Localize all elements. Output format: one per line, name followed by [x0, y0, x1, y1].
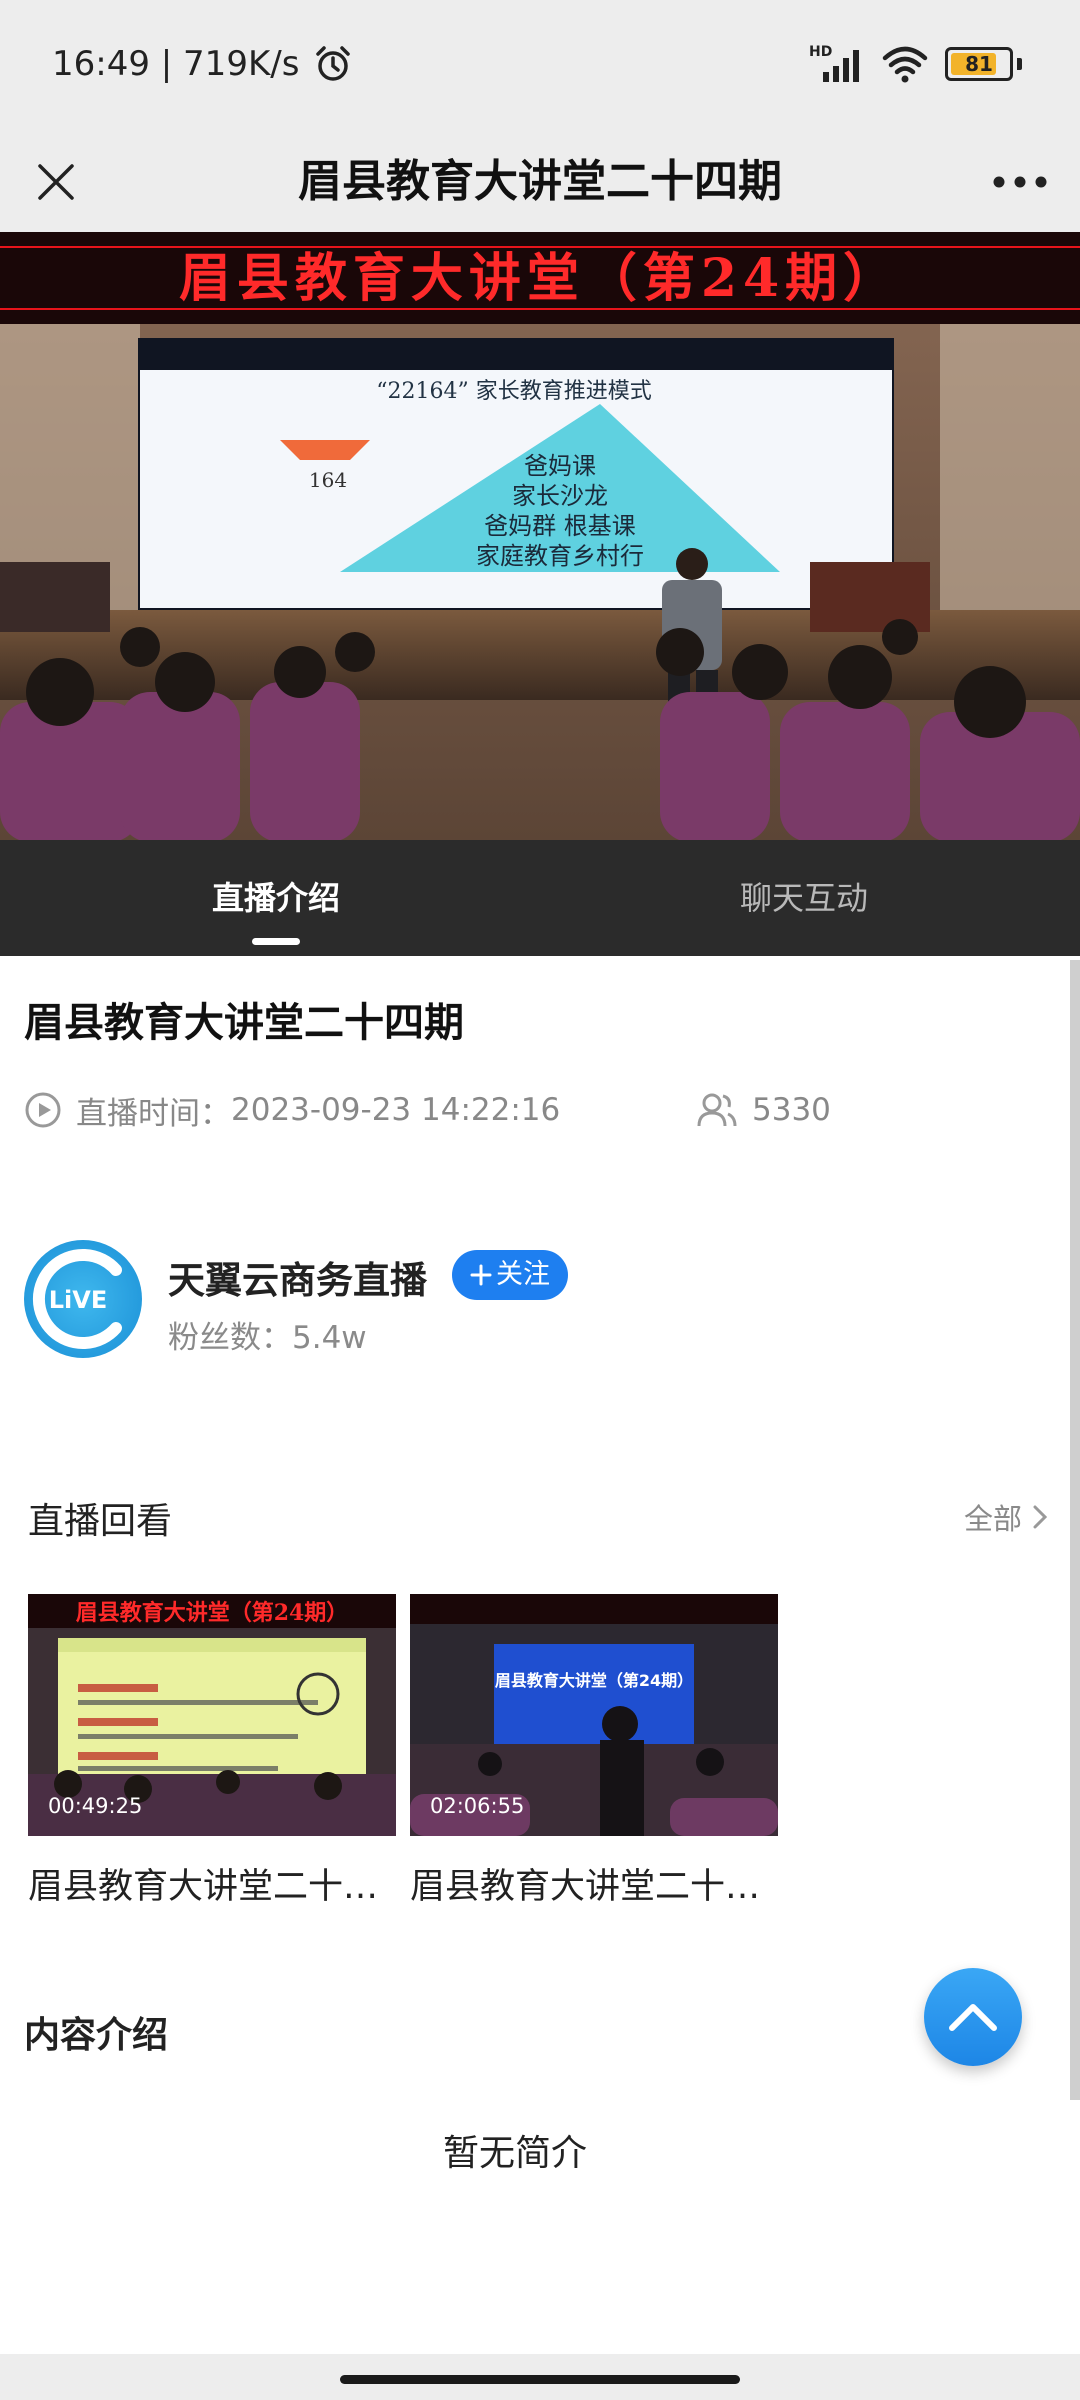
battery-icon: 81: [945, 47, 1013, 81]
plus-icon: [470, 1264, 492, 1286]
scroll-top-button[interactable]: [924, 1968, 1022, 2066]
users-icon: [697, 1093, 737, 1127]
live-title: 眉县教育大讲堂二十四期: [24, 1000, 464, 1046]
home-indicator[interactable]: [340, 2375, 740, 2384]
intro-empty-text: 暂无简介: [442, 2133, 587, 2174]
live-viewers: 5330: [696, 1091, 831, 1129]
live-time: 直播时间： 2023-09-23 14:22:16: [24, 1088, 560, 1133]
replay-duration: 02:06:55: [430, 1794, 525, 1818]
see-all-link[interactable]: 全部: [964, 1496, 1048, 1538]
chevron-up-icon: [949, 2004, 997, 2031]
status-left: 16:49 | 719K/s: [52, 44, 353, 84]
replay-thumbnail[interactable]: 眉县教育大讲堂（第24期） 02:06:55: [410, 1594, 778, 1836]
more-button[interactable]: [988, 154, 1052, 210]
channel-name[interactable]: 天翼云商务直播: [168, 1250, 427, 1304]
replay-card[interactable]: 眉县教育大讲堂（第24期） 00:49:25 眉县教育大讲堂二十四期: [28, 1594, 396, 1909]
follower-count: 粉丝数：5.4w: [168, 1312, 367, 1357]
signal-icon: HD: [809, 44, 865, 84]
slide-line-4: 家庭教育乡村行: [476, 542, 644, 570]
live-meta: 直播时间： 2023-09-23 14:22:16 5330: [24, 1085, 1024, 1135]
tab-active-indicator: [252, 938, 300, 945]
see-all-label: 全部: [963, 1502, 1022, 1536]
slide-line-1: 爸妈课: [524, 452, 596, 480]
wifi-icon: [882, 46, 928, 83]
nav-title: 眉县教育大讲堂二十四期: [298, 156, 782, 207]
video-player[interactable]: 眉县教育大讲堂（第24期） “22164” 家长教育推进模式 164 爸妈课 家…: [0, 232, 1080, 840]
replay-card[interactable]: 眉县教育大讲堂（第24期） 02:06:55 眉县教育大讲堂二十四期: [410, 1594, 778, 1909]
follow-label: 关注: [496, 1259, 550, 1290]
live-time-label: 直播时间：: [76, 1095, 231, 1132]
tab-chat[interactable]: 聊天互动: [654, 840, 954, 956]
scrollbar[interactable]: [1070, 960, 1080, 2100]
replay-duration: 00:49:25: [48, 1794, 143, 1818]
avatar-text: LiVE: [49, 1286, 108, 1314]
more-icon: [993, 176, 1047, 188]
video-frame: 眉县教育大讲堂（第24期） “22164” 家长教育推进模式 164 爸妈课 家…: [0, 232, 1080, 840]
slide-heading: “22164” 家长教育推进模式: [376, 379, 651, 404]
replay-section-title: 直播回看: [28, 1501, 173, 1542]
slide-line-3: 爸妈群 根基课: [484, 512, 636, 540]
fans-label: 粉丝数：: [168, 1320, 292, 1356]
fans-value: 5.4w: [292, 1320, 367, 1356]
viewer-count: 5330: [752, 1092, 831, 1128]
replay-thumbnail[interactable]: 眉县教育大讲堂（第24期） 00:49:25: [28, 1594, 396, 1836]
alarm-icon: [316, 46, 351, 81]
replay-title[interactable]: 眉县教育大讲堂二十四期: [28, 1858, 396, 1909]
status-bar: 16:49 | 719K/s HD 81: [0, 0, 1080, 132]
video-banner-text: 眉县教育大讲堂（第24期）: [179, 248, 901, 309]
replay-banner-1: 眉县教育大讲堂（第24期）: [76, 1600, 349, 1626]
close-button[interactable]: [28, 154, 84, 210]
status-right: HD 81: [809, 44, 1022, 84]
play-circle-icon: [25, 1092, 61, 1128]
follow-button[interactable]: 关注: [452, 1250, 568, 1300]
chevron-right-icon: [1033, 1505, 1048, 1529]
tab-bar: 直播介绍 聊天互动: [0, 840, 1080, 956]
slide-line-2: 家长沙龙: [512, 482, 608, 510]
intro-section-title: 内容介绍: [24, 2015, 169, 2056]
replay-title[interactable]: 眉县教育大讲堂二十四期: [410, 1858, 778, 1909]
live-time-value: 2023-09-23 14:22:16: [231, 1092, 561, 1128]
status-time-speed: 16:49 | 719K/s: [52, 44, 300, 84]
replay-banner-2: 眉县教育大讲堂（第24期）: [495, 1671, 693, 1690]
battery-label: 81: [965, 52, 993, 76]
battery-cap: [1017, 58, 1022, 70]
nav-bar: 眉县教育大讲堂二十四期: [0, 132, 1080, 232]
close-icon: [38, 164, 74, 200]
channel-avatar[interactable]: LiVE: [24, 1240, 142, 1358]
slide-side: 164: [309, 468, 347, 492]
live-logo-icon: LiVE: [32, 1249, 122, 1349]
